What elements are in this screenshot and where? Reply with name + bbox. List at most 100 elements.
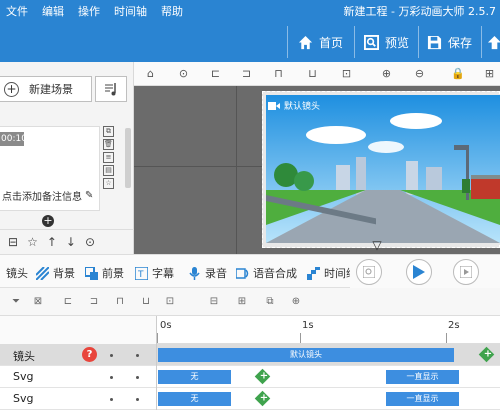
- align-left-icon[interactable]: ⊏: [62, 296, 74, 308]
- divider: [287, 26, 288, 58]
- menu-file[interactable]: 文件: [6, 3, 28, 19]
- align-center-icon[interactable]: ⊐: [88, 296, 100, 308]
- chevron-down-icon[interactable]: ▽: [365, 238, 389, 254]
- time-scale-icon: [307, 266, 320, 280]
- preview-button[interactable]: 预览: [364, 30, 409, 54]
- delete-icon[interactable]: 🗑: [103, 139, 114, 150]
- scene-duration: 00:10: [0, 132, 27, 146]
- window-title: 新建工程 - 万彩动画大师 2.5.7: [343, 5, 496, 18]
- tab-camera[interactable]: 镜头: [6, 265, 28, 281]
- align-right-icon[interactable]: ⊓: [114, 296, 126, 308]
- microphone-icon: [189, 266, 200, 280]
- tab-tts-label: 语音合成: [253, 267, 297, 280]
- save-button[interactable]: 保存: [427, 30, 472, 54]
- favorite-icon[interactable]: ☆: [103, 178, 114, 189]
- group-icon[interactable]: ⊟: [208, 296, 220, 308]
- export-icon[interactable]: ⊟: [8, 235, 18, 249]
- more-icon[interactable]: ⊙: [85, 235, 95, 249]
- lock-dot[interactable]: [136, 398, 139, 401]
- distribute-icon[interactable]: ⊔: [140, 296, 152, 308]
- copy-track-icon[interactable]: ⧉: [264, 296, 276, 308]
- exit-effect-bar[interactable]: 一直显示: [386, 370, 459, 384]
- tab-tts[interactable]: 语音合成: [236, 265, 297, 281]
- arrow-down-icon[interactable]: ↓: [66, 235, 76, 249]
- filter-icon[interactable]: ⏷: [10, 296, 22, 308]
- arrow-up-icon[interactable]: ↑: [47, 235, 57, 249]
- camera-bar[interactable]: 默认镜头: [158, 348, 454, 362]
- subtitle-icon: T: [135, 266, 148, 280]
- add-scene-icon[interactable]: +: [42, 215, 54, 227]
- camera-label: 默认镜头: [268, 99, 320, 112]
- align-top-icon[interactable]: ⊓: [272, 67, 285, 80]
- playback-controls: [350, 254, 500, 288]
- zoom-out-icon[interactable]: ⊖: [413, 67, 426, 80]
- lock-icon[interactable]: 🔒: [451, 67, 465, 80]
- add-note-hint[interactable]: 点击添加备注信息 ✎: [2, 188, 93, 203]
- grid-icon[interactable]: ⊞: [483, 67, 496, 80]
- delete-track-icon[interactable]: ⊠: [32, 296, 44, 308]
- lock-dot[interactable]: [136, 376, 139, 379]
- preview-frame-button[interactable]: [356, 259, 382, 285]
- menu-help[interactable]: 帮助: [161, 3, 183, 19]
- tab-foreground[interactable]: 前景: [85, 265, 124, 281]
- scene-thumbnail[interactable]: 00:10 点击添加备注信息 ✎: [0, 126, 100, 211]
- align-middle-icon[interactable]: ⊔: [306, 67, 319, 80]
- copy-icon[interactable]: ⧉: [103, 126, 114, 137]
- tab-record[interactable]: 录音: [188, 265, 227, 281]
- home-view-icon[interactable]: ⌂: [144, 67, 157, 80]
- track-name-cell: 镜头 ?: [0, 344, 157, 366]
- play-button[interactable]: [406, 259, 432, 285]
- visibility-dot[interactable]: [110, 354, 113, 357]
- align-center-icon[interactable]: ⊐: [240, 67, 253, 80]
- menu-operate[interactable]: 操作: [78, 3, 100, 19]
- scene-actions: ⧉ 🗑 ≡ ▤ ☆: [103, 126, 114, 189]
- visibility-dot[interactable]: [110, 398, 113, 401]
- more-options-icon[interactable]: ⊙: [177, 67, 190, 80]
- track-name: Svg: [13, 392, 34, 405]
- scene-scrollbar[interactable]: [125, 128, 131, 188]
- music-button[interactable]: [95, 76, 127, 102]
- tick: [300, 333, 301, 343]
- add-keyframe-icon[interactable]: +: [478, 346, 495, 363]
- more-button[interactable]: [487, 30, 500, 54]
- lock-dot[interactable]: [136, 354, 139, 357]
- menu-timeline[interactable]: 时间轴: [114, 3, 147, 19]
- paste-track-icon[interactable]: ⊕: [290, 296, 302, 308]
- svg-text:T: T: [137, 270, 144, 280]
- align-bottom-icon[interactable]: ⊡: [340, 67, 353, 80]
- home-button[interactable]: 首页: [298, 30, 343, 54]
- divider: [481, 26, 482, 58]
- enter-effect-bar[interactable]: 无: [158, 392, 231, 406]
- visibility-dot[interactable]: [110, 376, 113, 379]
- track-svg[interactable]: Svg 无 + 一直显示: [0, 388, 500, 410]
- edit-icon: ✎: [85, 190, 94, 201]
- next-frame-button[interactable]: [453, 259, 479, 285]
- enter-effect-bar[interactable]: 无: [158, 370, 231, 384]
- track-name: Svg: [13, 370, 34, 383]
- align-left-icon[interactable]: ⊏: [209, 67, 222, 80]
- next-icon: [460, 266, 472, 278]
- foreground-icon: [85, 266, 98, 280]
- track-svg[interactable]: Svg 无 + 一直显示: [0, 366, 500, 388]
- tab-subtitle[interactable]: T 字幕: [135, 265, 174, 281]
- speech-icon: [236, 267, 249, 279]
- new-scene-button[interactable]: + 新建场景: [0, 76, 92, 102]
- exit-effect-bar[interactable]: 一直显示: [386, 392, 459, 406]
- canvas-toolbar: ⌂ ⊙ ⊏ ⊐ ⊓ ⊔ ⊡ ⊕ ⊖ 🔒 ⊞: [134, 62, 500, 86]
- star-icon[interactable]: ☆: [27, 235, 38, 249]
- zoom-in-icon[interactable]: ⊕: [380, 67, 393, 80]
- split-icon[interactable]: ▤: [103, 165, 114, 176]
- timeline-ruler[interactable]: 0s 1s 2s: [0, 316, 500, 344]
- stretch-icon[interactable]: ⊡: [164, 296, 176, 308]
- scene-panel: + 新建场景 00:10 点击添加备注信息 ✎ ⧉ 🗑 ≡ ▤ ☆ + ⊟ ☆ …: [0, 62, 134, 254]
- ungroup-icon[interactable]: ⊞: [236, 296, 248, 308]
- track-name-cell: Svg: [0, 388, 157, 410]
- tab-record-label: 录音: [205, 267, 227, 280]
- help-icon[interactable]: ?: [82, 347, 97, 362]
- add-keyframe-icon[interactable]: +: [254, 368, 271, 385]
- insert-icon[interactable]: ≡: [103, 152, 114, 163]
- track-camera[interactable]: 镜头 ? 默认镜头 +: [0, 344, 500, 366]
- menu-edit[interactable]: 编辑: [42, 3, 64, 19]
- tab-background[interactable]: 背景: [36, 265, 75, 281]
- add-keyframe-icon[interactable]: +: [254, 390, 271, 407]
